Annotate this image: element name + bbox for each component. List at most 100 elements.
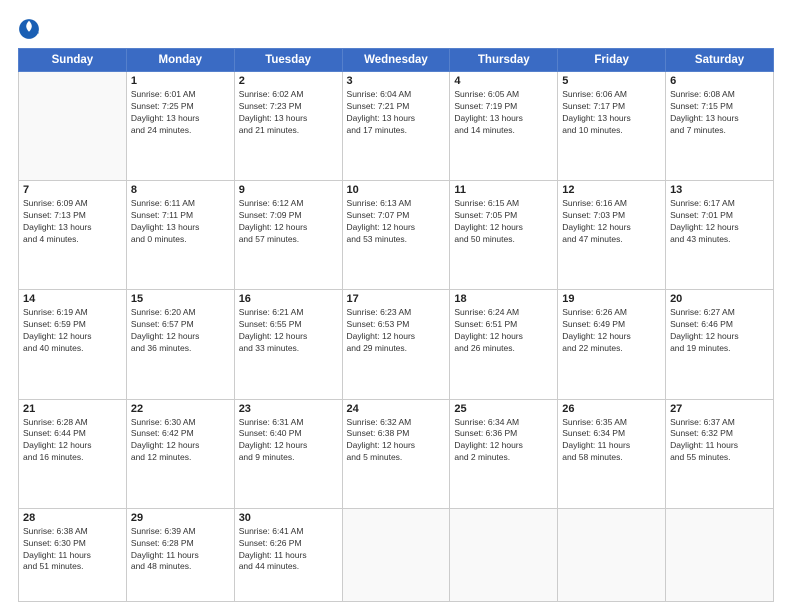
day-number: 6 <box>670 75 769 87</box>
day-number: 15 <box>131 293 230 305</box>
day-number: 2 <box>239 75 338 87</box>
day-number: 27 <box>670 403 769 415</box>
calendar-week-row: 7 Sunrise: 6:09 AM Sunset: 7:13 PM Daylig… <box>19 181 774 290</box>
calendar-cell: 25 Sunrise: 6:34 AM Sunset: 6:36 PM Dayli… <box>450 399 558 508</box>
calendar-week-row: 1 Sunrise: 6:01 AM Sunset: 7:25 PM Daylig… <box>19 72 774 181</box>
calendar-cell: 8 Sunrise: 6:11 AM Sunset: 7:11 PM Daylig… <box>126 181 234 290</box>
day-number: 7 <box>23 184 122 196</box>
day-detail: Sunrise: 6:08 AM Sunset: 7:15 PM Dayligh… <box>670 89 769 137</box>
calendar-cell <box>666 508 774 601</box>
calendar-cell: 16Sunrise: 6:21 AM Sunset: 6:55 PM Dayli… <box>234 290 342 399</box>
calendar-cell: 24 Sunrise: 6:32 AM Sunset: 6:38 PM Dayli… <box>342 399 450 508</box>
calendar-cell: 2Sunrise: 6:02 AM Sunset: 7:23 PM Daylig… <box>234 72 342 181</box>
day-detail: Sunrise: 6:34 AM Sunset: 6:36 PM Dayligh… <box>454 417 553 465</box>
calendar-cell: 10Sunrise: 6:13 AM Sunset: 7:07 PM Dayli… <box>342 181 450 290</box>
calendar-cell: 13 Sunrise: 6:17 AM Sunset: 7:01 PM Dayli… <box>666 181 774 290</box>
calendar-cell: 15 Sunrise: 6:20 AM Sunset: 6:57 PM Dayli… <box>126 290 234 399</box>
day-detail: Sunrise: 6:28 AM Sunset: 6:44 PM Dayligh… <box>23 417 122 465</box>
calendar-cell: 23 Sunrise: 6:31 AM Sunset: 6:40 PM Dayli… <box>234 399 342 508</box>
day-detail: Sunrise: 6:11 AM Sunset: 7:11 PM Dayligh… <box>131 198 230 246</box>
calendar-cell: 6 Sunrise: 6:08 AM Sunset: 7:15 PM Daylig… <box>666 72 774 181</box>
day-number: 26 <box>562 403 661 415</box>
day-detail: Sunrise: 6:30 AM Sunset: 6:42 PM Dayligh… <box>131 417 230 465</box>
weekday-header: Monday <box>126 49 234 72</box>
calendar-cell <box>450 508 558 601</box>
calendar-table: SundayMondayTuesdayWednesdayThursdayFrid… <box>18 48 774 602</box>
day-detail: Sunrise: 6:37 AM Sunset: 6:32 PM Dayligh… <box>670 417 769 465</box>
calendar-cell <box>342 508 450 601</box>
calendar-cell: 12Sunrise: 6:16 AM Sunset: 7:03 PM Dayli… <box>558 181 666 290</box>
day-number: 22 <box>131 403 230 415</box>
logo <box>18 18 44 40</box>
logo-icon <box>18 18 40 40</box>
calendar-week-row: 21 Sunrise: 6:28 AM Sunset: 6:44 PM Dayli… <box>19 399 774 508</box>
calendar-cell: 29 Sunrise: 6:39 AM Sunset: 6:28 PM Dayli… <box>126 508 234 601</box>
day-number: 9 <box>239 184 338 196</box>
weekday-header: Saturday <box>666 49 774 72</box>
day-number: 11 <box>454 184 553 196</box>
calendar-cell <box>19 72 127 181</box>
weekday-header: Friday <box>558 49 666 72</box>
calendar-week-row: 14 Sunrise: 6:19 AM Sunset: 6:59 PM Dayli… <box>19 290 774 399</box>
calendar-cell: 1 Sunrise: 6:01 AM Sunset: 7:25 PM Daylig… <box>126 72 234 181</box>
calendar-cell: 26 Sunrise: 6:35 AM Sunset: 6:34 PM Dayli… <box>558 399 666 508</box>
page: SundayMondayTuesdayWednesdayThursdayFrid… <box>0 0 792 612</box>
day-detail: Sunrise: 6:26 AM Sunset: 6:49 PM Dayligh… <box>562 307 661 355</box>
calendar-cell: 4 Sunrise: 6:05 AM Sunset: 7:19 PM Daylig… <box>450 72 558 181</box>
day-number: 12 <box>562 184 661 196</box>
day-number: 28 <box>23 512 122 524</box>
day-number: 8 <box>131 184 230 196</box>
weekday-header: Thursday <box>450 49 558 72</box>
day-number: 18 <box>454 293 553 305</box>
calendar-cell <box>558 508 666 601</box>
calendar-cell: 21 Sunrise: 6:28 AM Sunset: 6:44 PM Dayli… <box>19 399 127 508</box>
calendar-cell: 3Sunrise: 6:04 AM Sunset: 7:21 PM Daylig… <box>342 72 450 181</box>
weekday-header: Wednesday <box>342 49 450 72</box>
day-detail: Sunrise: 6:17 AM Sunset: 7:01 PM Dayligh… <box>670 198 769 246</box>
day-detail: Sunrise: 6:35 AM Sunset: 6:34 PM Dayligh… <box>562 417 661 465</box>
weekday-header: Tuesday <box>234 49 342 72</box>
day-detail: Sunrise: 6:12 AM Sunset: 7:09 PM Dayligh… <box>239 198 338 246</box>
calendar-cell: 9 Sunrise: 6:12 AM Sunset: 7:09 PM Daylig… <box>234 181 342 290</box>
day-detail: Sunrise: 6:41 AM Sunset: 6:26 PM Dayligh… <box>239 526 338 574</box>
day-detail: Sunrise: 6:27 AM Sunset: 6:46 PM Dayligh… <box>670 307 769 355</box>
day-detail: Sunrise: 6:13 AM Sunset: 7:07 PM Dayligh… <box>347 198 446 246</box>
calendar-cell: 5Sunrise: 6:06 AM Sunset: 7:17 PM Daylig… <box>558 72 666 181</box>
day-detail: Sunrise: 6:32 AM Sunset: 6:38 PM Dayligh… <box>347 417 446 465</box>
day-number: 21 <box>23 403 122 415</box>
day-number: 4 <box>454 75 553 87</box>
day-number: 14 <box>23 293 122 305</box>
day-detail: Sunrise: 6:24 AM Sunset: 6:51 PM Dayligh… <box>454 307 553 355</box>
calendar-cell: 7 Sunrise: 6:09 AM Sunset: 7:13 PM Daylig… <box>19 181 127 290</box>
day-number: 23 <box>239 403 338 415</box>
day-number: 24 <box>347 403 446 415</box>
day-detail: Sunrise: 6:38 AM Sunset: 6:30 PM Dayligh… <box>23 526 122 574</box>
calendar-cell: 17Sunrise: 6:23 AM Sunset: 6:53 PM Dayli… <box>342 290 450 399</box>
weekday-header: Sunday <box>19 49 127 72</box>
day-number: 13 <box>670 184 769 196</box>
day-detail: Sunrise: 6:20 AM Sunset: 6:57 PM Dayligh… <box>131 307 230 355</box>
calendar-cell: 11Sunrise: 6:15 AM Sunset: 7:05 PM Dayli… <box>450 181 558 290</box>
day-number: 25 <box>454 403 553 415</box>
header-row: SundayMondayTuesdayWednesdayThursdayFrid… <box>19 49 774 72</box>
header <box>18 18 774 40</box>
day-number: 1 <box>131 75 230 87</box>
day-number: 3 <box>347 75 446 87</box>
calendar-cell: 22 Sunrise: 6:30 AM Sunset: 6:42 PM Dayli… <box>126 399 234 508</box>
day-number: 19 <box>562 293 661 305</box>
day-detail: Sunrise: 6:39 AM Sunset: 6:28 PM Dayligh… <box>131 526 230 574</box>
calendar-cell: 28 Sunrise: 6:38 AM Sunset: 6:30 PM Dayli… <box>19 508 127 601</box>
day-number: 29 <box>131 512 230 524</box>
day-detail: Sunrise: 6:31 AM Sunset: 6:40 PM Dayligh… <box>239 417 338 465</box>
calendar-cell: 14 Sunrise: 6:19 AM Sunset: 6:59 PM Dayli… <box>19 290 127 399</box>
day-detail: Sunrise: 6:01 AM Sunset: 7:25 PM Dayligh… <box>131 89 230 137</box>
day-number: 20 <box>670 293 769 305</box>
day-detail: Sunrise: 6:05 AM Sunset: 7:19 PM Dayligh… <box>454 89 553 137</box>
day-detail: Sunrise: 6:09 AM Sunset: 7:13 PM Dayligh… <box>23 198 122 246</box>
day-detail: Sunrise: 6:21 AM Sunset: 6:55 PM Dayligh… <box>239 307 338 355</box>
calendar-cell: 27 Sunrise: 6:37 AM Sunset: 6:32 PM Dayli… <box>666 399 774 508</box>
calendar-cell: 19 Sunrise: 6:26 AM Sunset: 6:49 PM Dayli… <box>558 290 666 399</box>
day-detail: Sunrise: 6:19 AM Sunset: 6:59 PM Dayligh… <box>23 307 122 355</box>
day-number: 17 <box>347 293 446 305</box>
calendar-cell: 30Sunrise: 6:41 AM Sunset: 6:26 PM Dayli… <box>234 508 342 601</box>
